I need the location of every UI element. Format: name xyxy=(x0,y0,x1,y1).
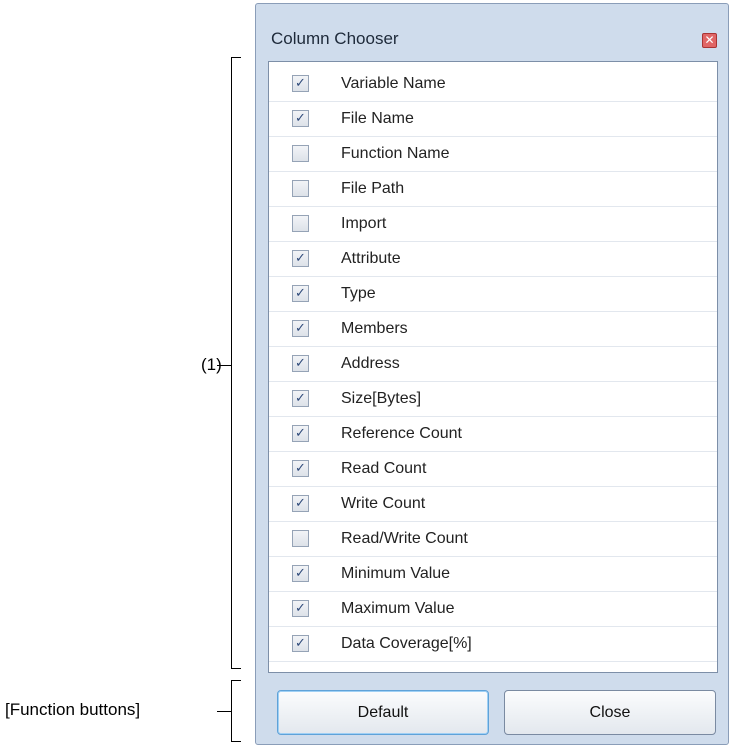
column-row[interactable]: ✓ Address xyxy=(269,347,717,382)
column-checkbox[interactable]: ✓ xyxy=(292,390,309,407)
column-checkbox[interactable] xyxy=(292,145,309,162)
column-label: Data Coverage[%] xyxy=(341,635,472,652)
column-checkbox[interactable]: ✓ xyxy=(292,425,309,442)
column-label: Members xyxy=(341,320,408,337)
column-label: Write Count xyxy=(341,495,426,512)
close-button[interactable]: Close xyxy=(504,690,716,735)
column-row[interactable]: ✓ File Name xyxy=(269,102,717,137)
column-checkbox[interactable] xyxy=(292,180,309,197)
column-label: File Name xyxy=(341,110,414,127)
column-row[interactable]: ✓ Maximum Value xyxy=(269,592,717,627)
column-row[interactable]: ✓ Reference Count xyxy=(269,417,717,452)
close-icon[interactable]: ✕ xyxy=(702,33,717,48)
column-row[interactable]: ✓ Members xyxy=(269,312,717,347)
column-row[interactable]: ✓ Type xyxy=(269,277,717,312)
column-label: Attribute xyxy=(341,250,401,267)
column-label: File Path xyxy=(341,180,405,197)
column-row[interactable]: ✓ Read Count xyxy=(269,452,717,487)
column-checkbox[interactable]: ✓ xyxy=(292,565,309,582)
list-callout-bracket xyxy=(231,57,241,669)
column-label: Variable Name xyxy=(341,75,446,92)
buttons-callout-bracket xyxy=(231,680,241,742)
column-row[interactable]: Import xyxy=(269,207,717,242)
column-checkbox[interactable]: ✓ xyxy=(292,250,309,267)
column-row[interactable]: Read/Write Count xyxy=(269,522,717,557)
column-checkbox[interactable]: ✓ xyxy=(292,110,309,127)
column-checkbox[interactable]: ✓ xyxy=(292,285,309,302)
column-checkbox[interactable]: ✓ xyxy=(292,320,309,337)
column-checkbox[interactable]: ✓ xyxy=(292,495,309,512)
dialog-title: Column Chooser xyxy=(271,29,399,48)
column-checkbox[interactable]: ✓ xyxy=(292,460,309,477)
column-label: Read/Write Count xyxy=(341,530,468,547)
default-button[interactable]: Default xyxy=(277,690,489,735)
column-label: Import xyxy=(341,215,387,232)
column-checkbox[interactable]: ✓ xyxy=(292,600,309,617)
column-label: Function Name xyxy=(341,145,450,162)
column-label: Size[Bytes] xyxy=(341,390,422,407)
column-checkbox[interactable]: ✓ xyxy=(292,635,309,652)
column-row[interactable]: ✓ Attribute xyxy=(269,242,717,277)
column-row[interactable]: ✓ Write Count xyxy=(269,487,717,522)
buttons-callout-label: [Function buttons] xyxy=(5,700,141,719)
column-row[interactable]: ✓ Minimum Value xyxy=(269,557,717,592)
column-row[interactable]: ✓ Data Coverage[%] xyxy=(269,627,717,662)
column-label: Maximum Value xyxy=(341,600,455,617)
list-callout-leader xyxy=(217,365,231,366)
column-checkbox[interactable] xyxy=(292,215,309,232)
column-chooser-dialog: Column Chooser ✕ ✓ Variable Name ✓ File Nam… xyxy=(255,3,729,745)
column-label: Address xyxy=(341,355,400,372)
column-label: Type xyxy=(341,285,376,302)
column-label: Read Count xyxy=(341,460,427,477)
column-list: ✓ Variable Name ✓ File Name Function Name Fil… xyxy=(268,61,718,673)
column-checkbox[interactable]: ✓ xyxy=(292,75,309,92)
column-row[interactable]: ✓ Size[Bytes] xyxy=(269,382,717,417)
column-label: Reference Count xyxy=(341,425,462,442)
column-label: Minimum Value xyxy=(341,565,451,582)
column-row[interactable]: Function Name xyxy=(269,137,717,172)
column-row[interactable]: File Path xyxy=(269,172,717,207)
column-checkbox[interactable]: ✓ xyxy=(292,355,309,372)
column-row[interactable]: ✓ Variable Name xyxy=(269,67,717,102)
buttons-callout-leader xyxy=(217,711,231,712)
column-checkbox[interactable] xyxy=(292,530,309,547)
